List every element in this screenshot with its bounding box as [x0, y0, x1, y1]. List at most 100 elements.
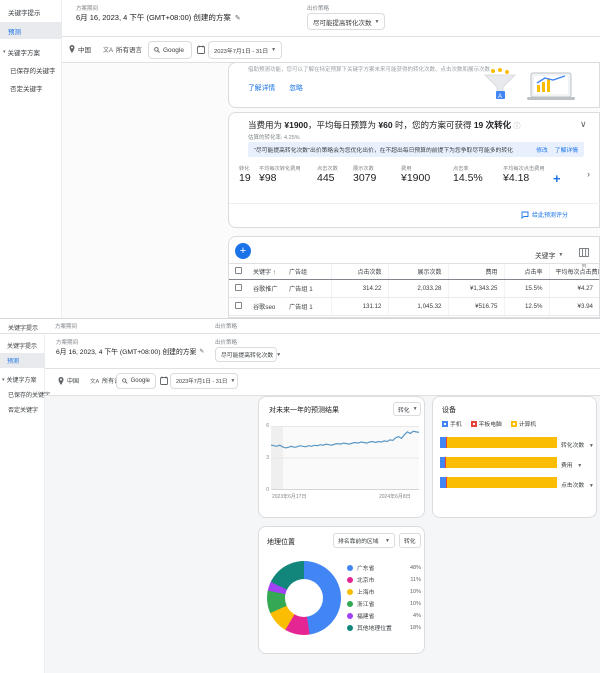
- geo-legend-dot: [347, 601, 353, 607]
- banner-learn-link[interactable]: 了解详情: [555, 145, 578, 154]
- chevron-down-icon: ▼: [276, 352, 281, 358]
- summary-divider: [229, 203, 600, 204]
- edit-pencil-icon[interactable]: ✎: [199, 348, 204, 355]
- col-avg-cpc[interactable]: 平均每次点击费用: [549, 264, 599, 280]
- chevron-down-icon: ▼: [589, 443, 594, 449]
- sidebar-item-forecast[interactable]: 预测: [0, 353, 45, 368]
- add-keyword-button[interactable]: +: [235, 243, 251, 259]
- cell-adgroup: 广告组 1: [283, 298, 331, 316]
- sidebar-item-saved-keywords[interactable]: 已保存的关键字: [10, 65, 56, 75]
- sidebar-item-keyword-ideas[interactable]: 关键字提示: [8, 7, 41, 17]
- edit-pencil-icon[interactable]: ✎: [235, 14, 241, 22]
- sidebar-item-keyword-plan[interactable]: ▾ 关键字方案: [3, 47, 40, 57]
- promo-actions: 了解详情 忽略: [248, 82, 303, 92]
- cell-cost: ¥516.75: [448, 298, 504, 316]
- scroll-right-chevron[interactable]: ›: [587, 169, 590, 179]
- metric-impressions: 展示次数 3079: [353, 165, 376, 184]
- cell-avg-cpc: ¥4.27: [549, 280, 599, 298]
- cell-impressions: 1,045.32: [388, 298, 448, 316]
- add-metric-button[interactable]: +: [553, 171, 561, 186]
- device-metric-cost[interactable]: 费用 ▼: [561, 460, 582, 469]
- chevron-down-icon: ▼: [375, 19, 380, 25]
- geo-metric-dropdown[interactable]: 转化: [399, 533, 421, 548]
- table-filter-dropdown[interactable]: 关键字▼: [535, 250, 563, 260]
- legend-computer: 计算机: [511, 419, 536, 428]
- devices-legend: 手机 平板电脑 计算机: [442, 419, 536, 428]
- col-adgroup[interactable]: 广告组: [283, 264, 331, 280]
- device-bar: [440, 477, 557, 488]
- select-all-checkbox[interactable]: [235, 267, 242, 274]
- device-metric-clicks[interactable]: 点击次数 ▼: [561, 480, 594, 489]
- plan-period-value: 6月 16, 2023, 4 下午 (GMT+08:00) 创建的方案: [56, 346, 196, 356]
- forecast-page-bottom: 关键字提示 方案期间 出价策略 关键字提示 预测 ▾ 关键字方案 已保存的关键字…: [0, 318, 600, 673]
- col-ctr[interactable]: 点击率: [504, 264, 549, 280]
- chevron-down-icon: ▼: [230, 378, 235, 384]
- estimated-conversion-rate: 估算的转化率: 4.25%: [248, 133, 300, 141]
- col-cost[interactable]: 费用: [448, 264, 504, 280]
- sidebar-item-negative-keywords[interactable]: 否定关键字: [8, 405, 38, 414]
- location-filter[interactable]: 中国: [58, 376, 79, 385]
- rate-forecast[interactable]: 给此预测评分: [521, 210, 568, 219]
- forecast-headline: 当费用为 ¥1900，平均每日预算为 ¥60 时，您的方案可获得 19 次转化 …: [248, 119, 521, 131]
- collapse-chevron-icon[interactable]: ∨: [580, 119, 587, 130]
- devices-title: 设备: [442, 405, 456, 415]
- bidding-strategy-label: 出价策略: [307, 4, 329, 12]
- cell-avg-cpc: ¥3.94: [549, 298, 599, 316]
- forecast-page-top: 关键字提示 预测 ▾ 关键字方案 已保存的关键字 否定关键字 方案期间 6月 1…: [0, 0, 600, 318]
- chevron-down-icon: ▼: [558, 252, 563, 258]
- location-filter[interactable]: 中国: [69, 44, 91, 54]
- keywords-table-card: + 关键字▼ 列 关键字 ↑ 广告组 点击次数 展示次数 费用: [228, 236, 600, 318]
- keywords-table: 关键字 ↑ 广告组 点击次数 展示次数 费用 点击率 平均每次点击费用 谷歌推广…: [229, 263, 599, 316]
- bidding-strategy-dropdown[interactable]: 尽可能提高转化次数▼: [215, 347, 277, 362]
- date-range-dropdown[interactable]: 2023年7月1日 - 31日▼: [170, 373, 238, 389]
- geo-region-dropdown[interactable]: 排名靠前的区域▼: [333, 533, 395, 548]
- sidebar-item-negative-keywords[interactable]: 否定关键字: [10, 83, 43, 93]
- sidebar-item-keyword-ideas-partial[interactable]: 关键字提示: [8, 323, 38, 332]
- bidding-strategy-dropdown[interactable]: 尽可能提高转化次数▼: [307, 13, 385, 30]
- metric-ctr: 点击率 14.5%: [453, 165, 483, 184]
- metric-clicks: 点击次数 445: [317, 165, 338, 184]
- ytick-3: 3: [261, 455, 269, 461]
- yearly-forecast-title: 对未来一年的预测结果: [269, 405, 339, 415]
- geo-legend-row: 上海市10%: [347, 587, 421, 596]
- table-row: 谷歌seo 广告组 1 131.12 1,045.32 ¥516.75 12.5…: [229, 298, 599, 316]
- sidebar-item-saved-keywords[interactable]: 已保存的关键字: [8, 390, 50, 399]
- device-metric-conversions[interactable]: 转化次数 ▼: [561, 440, 594, 449]
- network-selector[interactable]: Google: [148, 41, 192, 59]
- col-impressions[interactable]: 展示次数: [388, 264, 448, 280]
- row-checkbox[interactable]: [235, 302, 242, 309]
- screenshot-canvas: 关键字提示 预测 ▾ 关键字方案 已保存的关键字 否定关键字 方案期间 6月 1…: [0, 0, 600, 673]
- bidding-strategy-label-partial: 出价策略: [215, 322, 237, 330]
- forecast-metric-dropdown[interactable]: 转化▼: [393, 402, 421, 416]
- language-filter[interactable]: 文A 所有语言: [103, 44, 142, 54]
- metric-cost: 费用 ¥1900: [401, 165, 430, 184]
- learn-more-link[interactable]: 了解详情: [248, 82, 275, 92]
- banner-edit-link[interactable]: 修改: [536, 145, 548, 154]
- date-range-dropdown[interactable]: 2023年7月1日 - 31日▼: [208, 41, 282, 59]
- geo-legend-row: 其他地理位置18%: [347, 623, 421, 632]
- geo-legend-dot: [347, 589, 353, 595]
- banner-text: “尽可能提高转化次数”出价策略会为您优化出价，在不超出每日预算的前提下为您争取尽…: [254, 145, 530, 154]
- chevron-down-icon: ▼: [271, 47, 276, 53]
- device-bar: [440, 437, 557, 448]
- geo-legend-dot: [347, 565, 353, 571]
- col-clicks[interactable]: 点击次数: [331, 264, 388, 280]
- cell-clicks: 314.22: [331, 280, 388, 298]
- chevron-down-icon: ▼: [577, 463, 582, 469]
- table-header-row: 关键字 ↑ 广告组 点击次数 展示次数 费用 点击率 平均每次点击费用: [229, 264, 599, 280]
- dismiss-link[interactable]: 忽略: [289, 82, 303, 92]
- plan-period-label-partial: 方案期间: [55, 322, 77, 330]
- device-legend-swatch: [471, 421, 477, 427]
- network-selector[interactable]: Google: [116, 373, 156, 389]
- geo-legend-row: 广东省48%: [347, 563, 421, 572]
- sidebar-item-keyword-ideas[interactable]: 关键字提示: [7, 341, 37, 350]
- info-icon: ⓘ: [514, 123, 521, 130]
- cell-cost: ¥1,343.25: [448, 280, 504, 298]
- col-keyword[interactable]: 关键字 ↑: [247, 264, 283, 280]
- row-checkbox[interactable]: [235, 284, 242, 291]
- sidebar-item-keyword-plan[interactable]: ▾ 关键字方案: [2, 375, 37, 384]
- chevron-down-icon: ▼: [385, 538, 390, 544]
- sidebar-item-forecast[interactable]: 预测: [0, 22, 62, 39]
- translate-icon: 文A: [103, 45, 113, 54]
- headline-budget: ¥60: [378, 120, 392, 130]
